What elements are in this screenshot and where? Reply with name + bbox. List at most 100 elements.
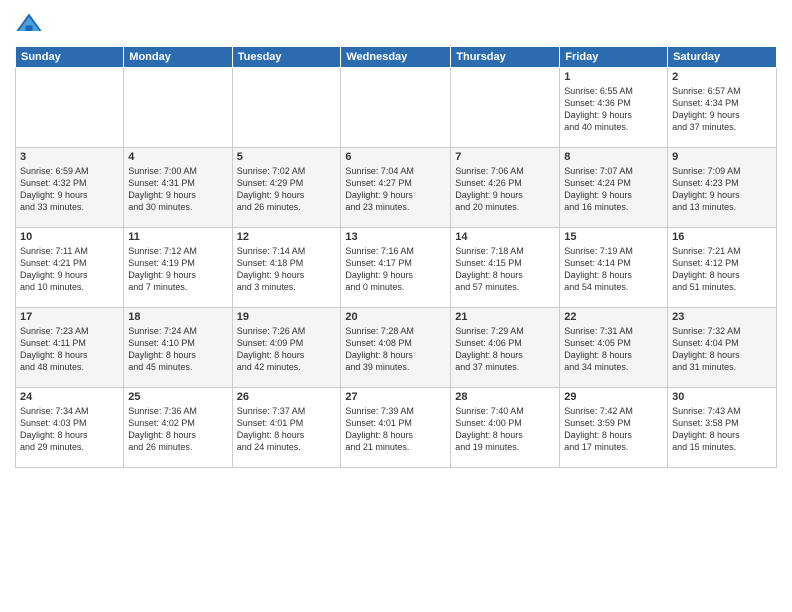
day-info: Sunrise: 7:14 AM Sunset: 4:18 PM Dayligh…	[237, 245, 337, 294]
day-info: Sunrise: 7:34 AM Sunset: 4:03 PM Dayligh…	[20, 405, 119, 454]
day-info: Sunrise: 7:36 AM Sunset: 4:02 PM Dayligh…	[128, 405, 227, 454]
day-info: Sunrise: 7:32 AM Sunset: 4:04 PM Dayligh…	[672, 325, 772, 374]
day-number: 13	[345, 231, 446, 243]
day-number: 25	[128, 391, 227, 403]
day-number: 14	[455, 231, 555, 243]
day-number: 22	[564, 311, 663, 323]
calendar-cell: 20 Sunrise: 7:28 AM Sunset: 4:08 PM Dayli…	[341, 308, 451, 388]
day-number: 12	[237, 231, 337, 243]
calendar-cell: 7 Sunrise: 7:06 AM Sunset: 4:26 PM Daylig…	[451, 148, 560, 228]
day-number: 26	[237, 391, 337, 403]
day-info: Sunrise: 7:00 AM Sunset: 4:31 PM Dayligh…	[128, 165, 227, 214]
week-row-1: 1Sunrise: 6:55 AM Sunset: 4:36 PM Daylig…	[16, 68, 777, 148]
calendar-cell: 10Sunrise: 7:11 AM Sunset: 4:21 PM Dayli…	[16, 228, 124, 308]
calendar-header-row: SundayMondayTuesdayWednesdayThursdayFrid…	[16, 47, 777, 68]
calendar: SundayMondayTuesdayWednesdayThursdayFrid…	[15, 46, 777, 468]
calendar-cell: 18 Sunrise: 7:24 AM Sunset: 4:10 PM Dayli…	[124, 308, 232, 388]
logo-icon	[15, 10, 43, 38]
calendar-cell	[341, 68, 451, 148]
column-header-thursday: Thursday	[451, 47, 560, 68]
day-number: 11	[128, 231, 227, 243]
day-info: Sunrise: 7:40 AM Sunset: 4:00 PM Dayligh…	[455, 405, 555, 454]
calendar-cell: 9 Sunrise: 7:09 AM Sunset: 4:23 PM Daylig…	[668, 148, 777, 228]
column-header-monday: Monday	[124, 47, 232, 68]
calendar-cell: 8Sunrise: 7:07 AM Sunset: 4:24 PM Daylig…	[560, 148, 668, 228]
calendar-cell	[16, 68, 124, 148]
week-row-5: 24 Sunrise: 7:34 AM Sunset: 4:03 PM Dayli…	[16, 388, 777, 468]
day-info: Sunrise: 7:16 AM Sunset: 4:17 PM Dayligh…	[345, 245, 446, 294]
week-row-4: 17 Sunrise: 7:23 AM Sunset: 4:11 PM Dayli…	[16, 308, 777, 388]
day-info: Sunrise: 6:59 AM Sunset: 4:32 PM Dayligh…	[20, 165, 119, 214]
day-number: 30	[672, 391, 772, 403]
day-number: 5	[237, 151, 337, 163]
column-header-sunday: Sunday	[16, 47, 124, 68]
logo	[15, 10, 47, 38]
day-info: Sunrise: 7:31 AM Sunset: 4:05 PM Dayligh…	[564, 325, 663, 374]
calendar-cell: 29Sunrise: 7:42 AM Sunset: 3:59 PM Dayli…	[560, 388, 668, 468]
day-number: 9	[672, 151, 772, 163]
calendar-cell	[124, 68, 232, 148]
calendar-cell: 16Sunrise: 7:21 AM Sunset: 4:12 PM Dayli…	[668, 228, 777, 308]
day-info: Sunrise: 7:18 AM Sunset: 4:15 PM Dayligh…	[455, 245, 555, 294]
day-info: Sunrise: 7:39 AM Sunset: 4:01 PM Dayligh…	[345, 405, 446, 454]
column-header-saturday: Saturday	[668, 47, 777, 68]
day-info: Sunrise: 7:11 AM Sunset: 4:21 PM Dayligh…	[20, 245, 119, 294]
week-row-2: 3 Sunrise: 6:59 AM Sunset: 4:32 PM Daylig…	[16, 148, 777, 228]
day-number: 23	[672, 311, 772, 323]
day-number: 18	[128, 311, 227, 323]
calendar-cell: 28 Sunrise: 7:40 AM Sunset: 4:00 PM Dayli…	[451, 388, 560, 468]
day-number: 28	[455, 391, 555, 403]
calendar-cell	[232, 68, 341, 148]
day-number: 6	[345, 151, 446, 163]
day-number: 4	[128, 151, 227, 163]
day-info: Sunrise: 7:06 AM Sunset: 4:26 PM Dayligh…	[455, 165, 555, 214]
calendar-cell: 12 Sunrise: 7:14 AM Sunset: 4:18 PM Dayli…	[232, 228, 341, 308]
day-info: Sunrise: 7:26 AM Sunset: 4:09 PM Dayligh…	[237, 325, 337, 374]
calendar-cell: 22 Sunrise: 7:31 AM Sunset: 4:05 PM Dayli…	[560, 308, 668, 388]
day-info: Sunrise: 7:23 AM Sunset: 4:11 PM Dayligh…	[20, 325, 119, 374]
day-number: 27	[345, 391, 446, 403]
week-row-3: 10Sunrise: 7:11 AM Sunset: 4:21 PM Dayli…	[16, 228, 777, 308]
column-header-wednesday: Wednesday	[341, 47, 451, 68]
calendar-cell: 13 Sunrise: 7:16 AM Sunset: 4:17 PM Dayli…	[341, 228, 451, 308]
calendar-cell: 4 Sunrise: 7:00 AM Sunset: 4:31 PM Daylig…	[124, 148, 232, 228]
calendar-cell: 15Sunrise: 7:19 AM Sunset: 4:14 PM Dayli…	[560, 228, 668, 308]
calendar-cell: 21Sunrise: 7:29 AM Sunset: 4:06 PM Dayli…	[451, 308, 560, 388]
day-number: 15	[564, 231, 663, 243]
calendar-cell: 17 Sunrise: 7:23 AM Sunset: 4:11 PM Dayli…	[16, 308, 124, 388]
day-number: 19	[237, 311, 337, 323]
day-info: Sunrise: 7:09 AM Sunset: 4:23 PM Dayligh…	[672, 165, 772, 214]
calendar-cell: 6 Sunrise: 7:04 AM Sunset: 4:27 PM Daylig…	[341, 148, 451, 228]
calendar-cell: 25 Sunrise: 7:36 AM Sunset: 4:02 PM Dayli…	[124, 388, 232, 468]
calendar-cell: 27 Sunrise: 7:39 AM Sunset: 4:01 PM Dayli…	[341, 388, 451, 468]
header	[15, 10, 777, 38]
day-number: 17	[20, 311, 119, 323]
day-info: Sunrise: 7:37 AM Sunset: 4:01 PM Dayligh…	[237, 405, 337, 454]
day-number: 3	[20, 151, 119, 163]
day-number: 8	[564, 151, 663, 163]
day-info: Sunrise: 7:02 AM Sunset: 4:29 PM Dayligh…	[237, 165, 337, 214]
day-info: Sunrise: 7:12 AM Sunset: 4:19 PM Dayligh…	[128, 245, 227, 294]
calendar-cell: 24 Sunrise: 7:34 AM Sunset: 4:03 PM Dayli…	[16, 388, 124, 468]
day-info: Sunrise: 7:04 AM Sunset: 4:27 PM Dayligh…	[345, 165, 446, 214]
calendar-cell: 5 Sunrise: 7:02 AM Sunset: 4:29 PM Daylig…	[232, 148, 341, 228]
calendar-cell: 30Sunrise: 7:43 AM Sunset: 3:58 PM Dayli…	[668, 388, 777, 468]
calendar-cell: 19 Sunrise: 7:26 AM Sunset: 4:09 PM Dayli…	[232, 308, 341, 388]
calendar-cell: 14 Sunrise: 7:18 AM Sunset: 4:15 PM Dayli…	[451, 228, 560, 308]
day-info: Sunrise: 6:55 AM Sunset: 4:36 PM Dayligh…	[564, 85, 663, 134]
day-info: Sunrise: 7:24 AM Sunset: 4:10 PM Dayligh…	[128, 325, 227, 374]
column-header-tuesday: Tuesday	[232, 47, 341, 68]
day-number: 20	[345, 311, 446, 323]
calendar-cell: 3 Sunrise: 6:59 AM Sunset: 4:32 PM Daylig…	[16, 148, 124, 228]
calendar-cell: 1Sunrise: 6:55 AM Sunset: 4:36 PM Daylig…	[560, 68, 668, 148]
page: SundayMondayTuesdayWednesdayThursdayFrid…	[0, 0, 792, 612]
day-number: 21	[455, 311, 555, 323]
day-number: 29	[564, 391, 663, 403]
calendar-cell: 26 Sunrise: 7:37 AM Sunset: 4:01 PM Dayli…	[232, 388, 341, 468]
day-number: 7	[455, 151, 555, 163]
day-number: 24	[20, 391, 119, 403]
calendar-cell: 23 Sunrise: 7:32 AM Sunset: 4:04 PM Dayli…	[668, 308, 777, 388]
column-header-friday: Friday	[560, 47, 668, 68]
day-info: Sunrise: 6:57 AM Sunset: 4:34 PM Dayligh…	[672, 85, 772, 134]
day-info: Sunrise: 7:28 AM Sunset: 4:08 PM Dayligh…	[345, 325, 446, 374]
